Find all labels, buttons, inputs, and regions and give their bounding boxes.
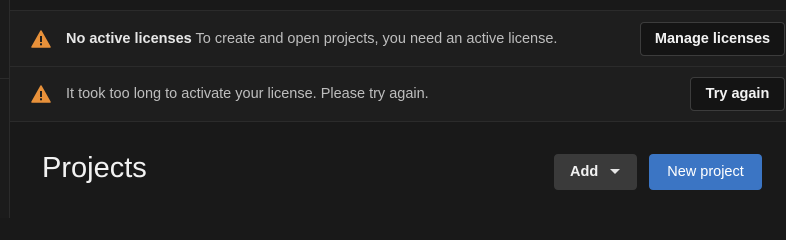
warning-icon (31, 85, 51, 103)
rail-divider (0, 78, 10, 79)
license-banner: No active licenses To create and open pr… (10, 10, 786, 67)
banner-title: No active licenses (66, 30, 192, 47)
add-dropdown-button[interactable]: Add (554, 154, 637, 190)
manage-licenses-button[interactable]: Manage licenses (640, 21, 785, 56)
banner-message-text: To create and open projects, you need an… (195, 30, 558, 47)
activation-error-banner: It took too long to activate your licens… (10, 67, 786, 122)
try-again-button[interactable]: Try again (690, 77, 785, 111)
projects-header: Projects Add New project (10, 122, 786, 218)
left-rail (0, 0, 10, 218)
new-project-button[interactable]: New project (649, 154, 762, 190)
app-window: No active licenses To create and open pr… (0, 0, 786, 218)
chevron-down-icon (610, 169, 620, 174)
page-title: Projects (42, 152, 147, 184)
banner-message: No active licenses To create and open pr… (66, 31, 557, 47)
banner-message: It took too long to activate your licens… (66, 86, 429, 102)
warning-icon (31, 29, 51, 48)
add-button-label: Add (570, 164, 599, 180)
banner-message-text: It took too long to activate your licens… (66, 86, 429, 102)
